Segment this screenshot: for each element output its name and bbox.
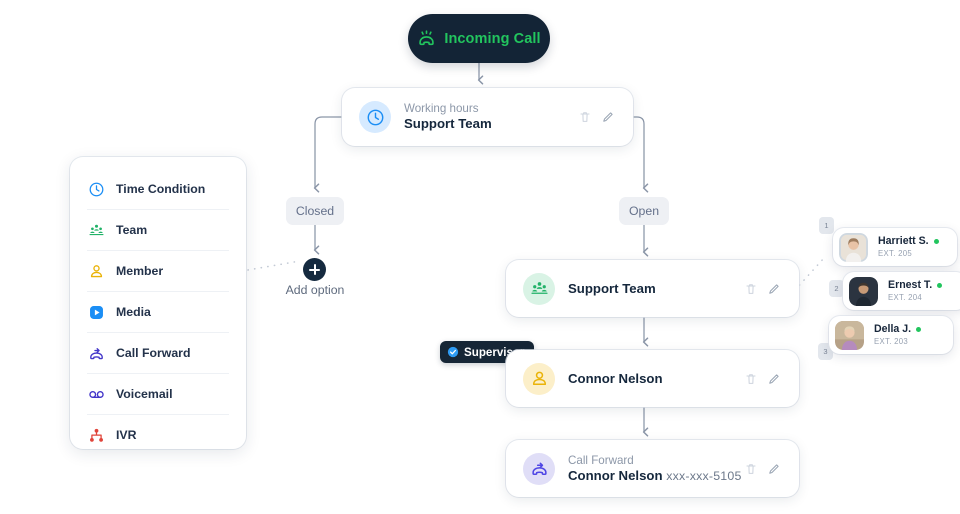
palette-item-team[interactable]: Team <box>87 210 229 251</box>
delete-icon[interactable] <box>578 110 592 124</box>
member-name: Harriett S. <box>878 235 929 247</box>
clock-icon <box>359 101 391 133</box>
node-call-forward[interactable]: Call Forward Connor Nelson xxx-xxx-5105 <box>506 440 799 497</box>
palette-item-label: IVR <box>116 428 137 442</box>
status-dot <box>916 326 922 332</box>
member-card[interactable]: Della J. EXT. 203 <box>829 316 953 354</box>
node-palette: Time Condition Team Member Media Call Fo… <box>70 157 246 449</box>
incoming-call-icon <box>417 30 436 47</box>
edit-icon[interactable] <box>767 372 781 386</box>
member-card[interactable]: Ernest T. EXT. 204 <box>843 272 960 310</box>
member-extension: EXT. 204 <box>888 293 923 302</box>
incoming-call-node[interactable]: Incoming Call <box>408 14 550 63</box>
add-option-label: Add option <box>285 283 345 297</box>
member-card[interactable]: Harriett S. EXT. 205 <box>833 228 957 266</box>
member-order-badge: 1 <box>819 217 834 234</box>
voicemail-icon <box>87 385 105 403</box>
delete-icon[interactable] <box>744 282 758 296</box>
node-actions <box>744 372 781 386</box>
branch-open[interactable]: Open <box>619 197 669 225</box>
delete-icon[interactable] <box>744 462 758 476</box>
avatar <box>849 276 878 306</box>
branch-closed-label: Closed <box>295 204 335 218</box>
status-dot <box>937 282 943 288</box>
node-subtitle: Call Forward <box>568 453 634 467</box>
edit-icon[interactable] <box>601 110 615 124</box>
member-icon <box>523 362 555 395</box>
node-support-team[interactable]: Support Team <box>506 260 799 317</box>
node-title: Support Team <box>404 116 492 131</box>
palette-item-label: Call Forward <box>116 346 191 360</box>
node-phone-number: xxx-xxx-5105 <box>666 468 742 483</box>
member-icon <box>87 262 105 280</box>
node-actions <box>578 110 615 124</box>
node-member[interactable]: Connor Nelson <box>506 350 799 407</box>
call-forward-icon <box>523 452 555 485</box>
palette-item-label: Team <box>116 223 148 237</box>
member-extension: EXT. 203 <box>874 337 909 346</box>
team-icon <box>523 272 555 305</box>
ivr-icon <box>87 426 105 444</box>
node-title: Connor Nelson xxx-xxx-5105 <box>568 468 744 484</box>
node-actions <box>744 282 781 296</box>
palette-item-ivr[interactable]: IVR <box>87 415 229 455</box>
palette-item-label: Member <box>116 264 164 278</box>
add-option-button[interactable] <box>303 258 326 281</box>
edit-icon[interactable] <box>767 462 781 476</box>
palette-item-voicemail[interactable]: Voicemail <box>87 374 229 415</box>
status-dot <box>933 238 939 244</box>
node-title: Support Team <box>568 281 656 296</box>
clock-icon <box>87 180 105 198</box>
palette-item-media[interactable]: Media <box>87 292 229 333</box>
palette-item-label: Media <box>116 305 151 319</box>
member-name: Della J. <box>874 323 912 335</box>
check-circle-icon <box>447 346 459 358</box>
branch-closed[interactable]: Closed <box>286 197 344 225</box>
delete-icon[interactable] <box>744 372 758 386</box>
palette-item-label: Voicemail <box>116 387 173 401</box>
member-order-badge: 2 <box>829 280 844 297</box>
call-forward-icon <box>87 344 105 362</box>
node-title-name: Connor Nelson <box>568 467 663 483</box>
palette-item-call-forward[interactable]: Call Forward <box>87 333 229 374</box>
media-play-icon <box>87 303 105 321</box>
node-subtitle: Working hours <box>404 102 479 115</box>
avatar <box>835 320 864 350</box>
incoming-call-label: Incoming Call <box>444 30 541 47</box>
node-time-condition[interactable]: Working hours Support Team <box>342 88 633 146</box>
edit-icon[interactable] <box>767 282 781 296</box>
member-extension: EXT. 205 <box>878 249 913 258</box>
palette-item-label: Time Condition <box>116 182 206 196</box>
branch-open-label: Open <box>628 204 660 218</box>
call-flow-canvas: Incoming Call Working hours Support Team… <box>0 0 960 514</box>
node-title: Connor Nelson <box>568 371 663 386</box>
palette-item-member[interactable]: Member <box>87 251 229 292</box>
team-icon <box>87 221 105 239</box>
avatar <box>839 232 868 262</box>
node-actions <box>744 462 781 476</box>
palette-item-time-condition[interactable]: Time Condition <box>87 169 229 210</box>
member-name: Ernest T. <box>888 279 933 291</box>
